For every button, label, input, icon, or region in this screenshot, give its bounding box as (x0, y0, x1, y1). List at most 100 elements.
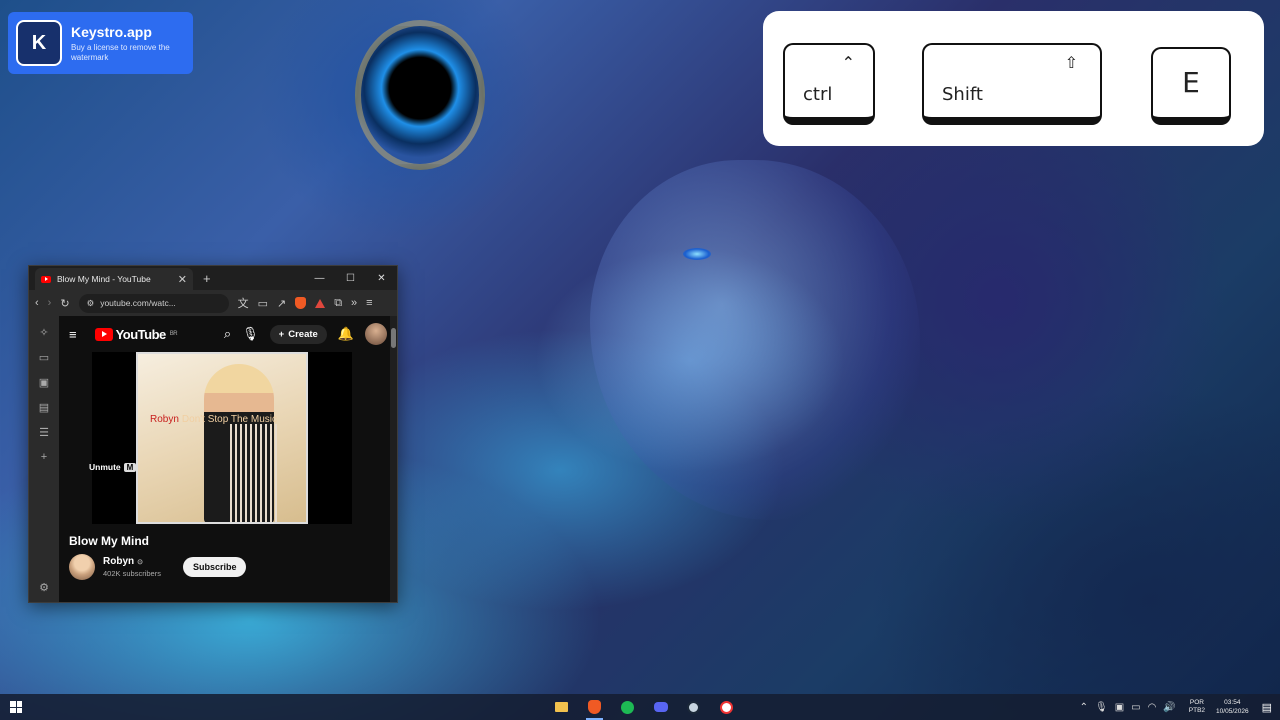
keystroke-overlay: ⌃ ctrl ⇧ Shift E (763, 11, 1264, 146)
youtube-actions: ⌕ 🎙 + Create 🔔 (224, 323, 387, 345)
album-text: Robyn Don't Stop The Music (150, 414, 277, 425)
sidebar-add-icon[interactable]: + (41, 451, 47, 463)
keystro-text: Keystro.app Buy a license to remove the … (71, 24, 171, 63)
taskbar: ⌃ 🎙 ▣ ▭ ◠ 🔊 POR PTB2 03:54 10/05/2026 ▤ (0, 694, 1280, 720)
site-settings-icon[interactable]: ⚙ (87, 298, 95, 309)
keyboard-layout: PTB2 (1188, 707, 1206, 714)
yt-mic-icon[interactable]: 🎙 (242, 326, 259, 342)
discord-icon (653, 702, 668, 712)
microphone-icon[interactable]: 🎙 (1095, 702, 1108, 713)
taskbar-spotify[interactable] (611, 694, 644, 720)
yt-notifications-icon[interactable]: 🔔 (338, 326, 354, 342)
create-label: Create (288, 328, 318, 340)
subscribe-button[interactable]: Subscribe (182, 557, 247, 577)
sidebar-settings-icon[interactable]: ⚙ (39, 581, 49, 594)
forward-icon[interactable]: › (48, 297, 52, 309)
share-icon[interactable]: ↗ (277, 297, 286, 310)
yt-search-icon[interactable]: ⌕ (224, 326, 231, 342)
tab-close-icon[interactable]: ✕ (178, 273, 187, 286)
keystro-title: Keystro.app (71, 23, 152, 40)
keystro-badge[interactable]: K Keystro.app Buy a license to remove th… (8, 12, 193, 74)
page-scrollbar[interactable] (390, 316, 397, 602)
taskbar-brave[interactable] (578, 694, 611, 720)
sidebar-wallet-icon[interactable]: ▣ (39, 376, 49, 389)
folder-icon (555, 702, 568, 712)
wifi-icon[interactable]: ◠ (1148, 702, 1157, 713)
album-song: Don't Stop The Music (181, 414, 278, 425)
volume-icon[interactable]: 🔊 (1163, 702, 1175, 713)
back-icon[interactable]: ‹ (35, 297, 39, 309)
plus-icon: + (278, 328, 285, 340)
taskbar-steam[interactable] (677, 694, 710, 720)
youtube-logo-text: YouTube (115, 326, 167, 342)
clock-date: 10/05/2026 (1216, 708, 1249, 715)
windows-logo-icon (10, 701, 22, 713)
browser-toolbar: ‹ › ↻ ⚙ youtube.com/watc... 文 ▭ ↗ ⧉ » ≡ (29, 290, 397, 316)
display-icon[interactable]: ▭ (1131, 702, 1140, 713)
key-shift: ⇧ Shift (922, 43, 1102, 125)
verified-icon: ⊙ (137, 558, 143, 566)
taskbar-apps (545, 694, 743, 720)
language-indicator[interactable]: POR PTB2 (1189, 699, 1205, 715)
key-e-label: E (1182, 66, 1200, 99)
address-bar[interactable]: ⚙ youtube.com/watc... (78, 293, 229, 313)
sidebar-leo-icon[interactable]: ✧ (39, 326, 48, 339)
translate-icon[interactable]: 文 (238, 295, 249, 311)
key-shift-label: Shift (942, 84, 983, 105)
reload-icon[interactable]: ↻ (60, 297, 69, 310)
app-icon (720, 700, 733, 714)
yt-menu-icon[interactable]: ≡ (69, 327, 77, 342)
sidebar-bookmarks-icon[interactable]: ▤ (39, 401, 49, 414)
tray-overflow-icon[interactable]: ⌃ (1080, 702, 1088, 713)
sidebar-talk-icon[interactable]: ▭ (39, 351, 49, 364)
key-ctrl: ⌃ ctrl (783, 43, 875, 125)
browser-tab[interactable]: Blow My Mind - YouTube ✕ (35, 268, 193, 290)
scrollbar-thumb[interactable] (391, 328, 396, 348)
wallpaper-orb (355, 20, 485, 170)
new-tab-icon[interactable]: + (203, 271, 211, 286)
system-tray: ⌃ 🎙 ▣ ▭ ◠ 🔊 POR PTB2 03:54 10/05/2026 ▤ (1080, 694, 1280, 720)
video-player[interactable]: Robyn Don't Stop The Music Unmute M (89, 352, 352, 524)
channel-name[interactable]: Robyn ⊙ (103, 556, 161, 567)
more-tools-icon[interactable]: » (351, 297, 357, 309)
tab-title: Blow My Mind - YouTube (57, 274, 151, 284)
youtube-logo[interactable]: YouTube BR (94, 326, 178, 342)
youtube-logo-icon (94, 327, 113, 341)
notification-icon[interactable]: ▤ (1262, 701, 1272, 714)
youtube-favicon-icon (41, 275, 51, 283)
extensions-icon[interactable]: ⧉ (334, 297, 342, 310)
language-code: POR (1189, 699, 1204, 706)
unmute-key: M (123, 462, 137, 472)
taskbar-app[interactable] (710, 694, 743, 720)
channel-avatar[interactable] (69, 554, 95, 580)
clock[interactable]: 03:54 10/05/2026 (1216, 698, 1249, 716)
brave-shields-icon[interactable] (295, 297, 307, 309)
video-title: Blow My Mind (69, 534, 149, 548)
maximize-icon[interactable]: ☐ (335, 273, 366, 284)
browser-titlebar[interactable]: Blow My Mind - YouTube ✕ + — ☐ ✕ (29, 266, 397, 290)
channel-name-text: Robyn (103, 556, 135, 567)
sidebar-reading-list-icon[interactable]: ☰ (39, 426, 49, 439)
caret-up-icon: ⌃ (841, 53, 855, 72)
channel-subscribers: 402K subscribers (103, 569, 161, 578)
steam-icon (687, 700, 700, 714)
menu-icon[interactable]: ≡ (366, 297, 372, 309)
close-window-icon[interactable]: ✕ (366, 273, 397, 284)
spotify-icon (621, 700, 634, 714)
taskbar-discord[interactable] (644, 694, 677, 720)
clock-time: 03:54 (1224, 699, 1241, 706)
brave-rewards-icon[interactable] (315, 298, 326, 308)
minimize-icon[interactable]: — (304, 273, 335, 284)
browser-window[interactable]: Blow My Mind - YouTube ✕ + — ☐ ✕ ‹ › ↻ ⚙… (28, 265, 398, 603)
cast-icon[interactable]: ▭ (258, 297, 268, 310)
taskbar-file-explorer[interactable] (545, 694, 578, 720)
channel-row: Robyn ⊙ 402K subscribers Subscribe (69, 554, 247, 580)
start-button[interactable] (0, 701, 32, 713)
album-cover: Robyn Don't Stop The Music (136, 352, 308, 524)
create-button[interactable]: + Create (269, 324, 327, 344)
camera-icon[interactable]: ▣ (1115, 702, 1124, 713)
unmute-button[interactable]: Unmute M (89, 462, 137, 472)
wallpaper-eye (683, 248, 711, 260)
user-avatar[interactable] (365, 323, 387, 345)
keystro-subtitle: Buy a license to remove the watermark (71, 42, 170, 62)
